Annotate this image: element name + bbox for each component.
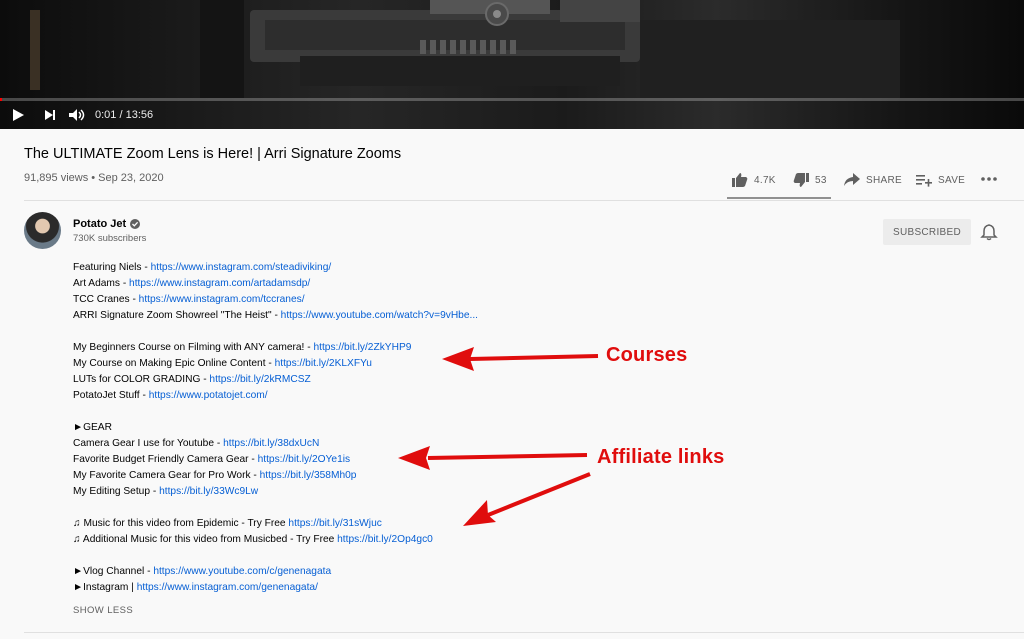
description-text: Featuring Niels - xyxy=(73,262,151,273)
description-link[interactable]: https://www.youtube.com/c/genenagata xyxy=(153,566,331,577)
notification-bell-button[interactable] xyxy=(980,223,998,241)
thumbs-down-icon xyxy=(793,173,809,187)
description-link[interactable]: https://www.instagram.com/steadiviking/ xyxy=(151,262,332,273)
description-link[interactable]: https://www.instagram.com/tccranes/ xyxy=(139,294,305,305)
dislike-button[interactable]: 53 xyxy=(793,173,827,187)
description-text: My Favorite Camera Gear for Pro Work - xyxy=(73,470,260,481)
description-line: ♫ Additional Music for this video from M… xyxy=(73,532,478,548)
description-line: Featuring Niels - https://www.instagram.… xyxy=(73,260,478,276)
description-link[interactable]: https://bit.ly/31sWjuc xyxy=(288,518,381,529)
description-text: My Editing Setup - xyxy=(73,486,160,497)
affiliate-links-annotation: Affiliate links xyxy=(597,446,725,468)
courses-arrow xyxy=(469,354,599,361)
description-text: ►Vlog Channel - xyxy=(73,566,154,577)
next-button[interactable] xyxy=(40,103,60,127)
share-label: SHARE xyxy=(866,174,902,186)
channel-name: Potato Jet xyxy=(73,218,127,230)
dislike-count: 53 xyxy=(815,174,827,186)
description-text: ►Instagram | xyxy=(73,582,137,593)
description-text: Art Adams - xyxy=(73,278,130,289)
play-icon xyxy=(13,109,24,121)
like-count: 4.7K xyxy=(754,174,776,186)
divider xyxy=(24,632,1024,633)
video-title: The ULTIMATE Zoom Lens is Here! | Arri S… xyxy=(24,146,402,162)
save-label: SAVE xyxy=(938,174,966,186)
next-icon xyxy=(45,110,55,120)
channel-name-link[interactable]: Potato Jet xyxy=(73,218,141,230)
description-line: PotatoJet Stuff - https://www.potatojet.… xyxy=(73,388,478,404)
description-line: ►GEAR xyxy=(73,420,478,436)
description-text: ►GEAR xyxy=(73,422,112,433)
subscribed-button[interactable]: SUBSCRIBED xyxy=(883,219,971,245)
description-line: ♫ Music for this video from Epidemic - T… xyxy=(73,516,478,532)
subscriber-count: 730K subscribers xyxy=(73,233,147,244)
progress-fill xyxy=(0,98,2,101)
volume-button[interactable] xyxy=(66,103,88,127)
description-text: Camera Gear I use for Youtube - xyxy=(73,438,224,449)
description-line: ARRI Signature Zoom Showreel "The Heist"… xyxy=(73,308,478,324)
description-link[interactable]: https://bit.ly/2Op4gc0 xyxy=(337,534,433,545)
description-text: ARRI Signature Zoom Showreel "The Heist"… xyxy=(73,310,281,321)
description-text: PotatoJet Stuff - xyxy=(73,390,149,401)
verified-check-icon xyxy=(130,219,141,229)
description-link[interactable]: https://www.potatojet.com/ xyxy=(149,390,268,401)
description-line: My Beginners Course on Filming with ANY … xyxy=(73,340,478,356)
description-text: ♫ Additional Music for this video from M… xyxy=(73,534,338,545)
divider xyxy=(24,200,1024,201)
description-text: TCC Cranes - xyxy=(73,294,139,305)
share-icon xyxy=(844,173,860,186)
description-line: My Favorite Camera Gear for Pro Work - h… xyxy=(73,468,478,484)
courses-annotation: Courses xyxy=(606,344,688,366)
description-line: Art Adams - https://www.instagram.com/ar… xyxy=(73,276,478,292)
description-link[interactable]: https://www.instagram.com/genenagata/ xyxy=(137,582,318,593)
video-player[interactable]: 0:01 / 13:56 xyxy=(0,0,1024,129)
like-button[interactable]: 4.7K xyxy=(732,173,776,187)
description-link[interactable]: https://bit.ly/2kRMCSZ xyxy=(209,374,310,385)
description-line: ►Vlog Channel - https://www.youtube.com/… xyxy=(73,564,478,580)
add-to-playlist-icon xyxy=(916,175,932,187)
affiliate-arrow-music xyxy=(487,472,591,517)
description-line: My Editing Setup - https://bit.ly/33Wc9L… xyxy=(73,484,478,500)
more-actions-button[interactable] xyxy=(981,177,997,181)
description-text: My Course on Making Epic Online Content … xyxy=(73,358,275,369)
channel-avatar[interactable] xyxy=(24,212,61,249)
description-line: ►Instagram | https://www.instagram.com/g… xyxy=(73,580,478,596)
more-horizontal-icon xyxy=(981,177,997,181)
view-count-and-date: 91,895 views • Sep 23, 2020 xyxy=(24,172,164,184)
like-ratio-bar xyxy=(727,197,831,199)
progress-bar[interactable] xyxy=(0,98,1024,101)
description-link[interactable]: https://bit.ly/2KLXFYu xyxy=(275,358,372,369)
video-frame-art xyxy=(30,0,900,98)
video-description: Featuring Niels - https://www.instagram.… xyxy=(73,260,478,596)
description-line: Favorite Budget Friendly Camera Gear - h… xyxy=(73,452,478,468)
description-line: Camera Gear I use for Youtube - https://… xyxy=(73,436,478,452)
description-text: LUTs for COLOR GRADING - xyxy=(73,374,210,385)
description-text: ♫ Music for this video from Epidemic - T… xyxy=(73,518,289,529)
description-link[interactable]: https://bit.ly/38dxUcN xyxy=(223,438,319,449)
share-button[interactable]: SHARE xyxy=(844,173,902,187)
time-readout: 0:01 / 13:56 xyxy=(95,109,154,121)
show-less-button[interactable]: SHOW LESS xyxy=(73,605,133,616)
description-line: TCC Cranes - https://www.instagram.com/t… xyxy=(73,292,478,308)
bell-icon xyxy=(980,224,998,241)
description-link[interactable]: https://bit.ly/33Wc9Lw xyxy=(159,486,258,497)
description-link[interactable]: https://www.instagram.com/artadamsdp/ xyxy=(129,278,310,289)
description-text: Favorite Budget Friendly Camera Gear - xyxy=(73,454,258,465)
description-text: My Beginners Course on Filming with ANY … xyxy=(73,342,314,353)
save-button[interactable]: SAVE xyxy=(916,173,965,187)
volume-icon xyxy=(69,109,85,121)
description-link[interactable]: https://bit.ly/358Mh0p xyxy=(260,470,357,481)
play-button[interactable] xyxy=(8,103,28,127)
description-link[interactable]: https://bit.ly/2OYe1is xyxy=(258,454,351,465)
description-line: LUTs for COLOR GRADING - https://bit.ly/… xyxy=(73,372,478,388)
description-link[interactable]: https://bit.ly/2ZkYHP9 xyxy=(313,342,411,353)
thumbs-up-icon xyxy=(732,173,748,187)
description-link[interactable]: https://www.youtube.com/watch?v=9vHbe... xyxy=(281,310,478,321)
camera-rig-image xyxy=(0,0,1024,98)
description-line: My Course on Making Epic Online Content … xyxy=(73,356,478,372)
